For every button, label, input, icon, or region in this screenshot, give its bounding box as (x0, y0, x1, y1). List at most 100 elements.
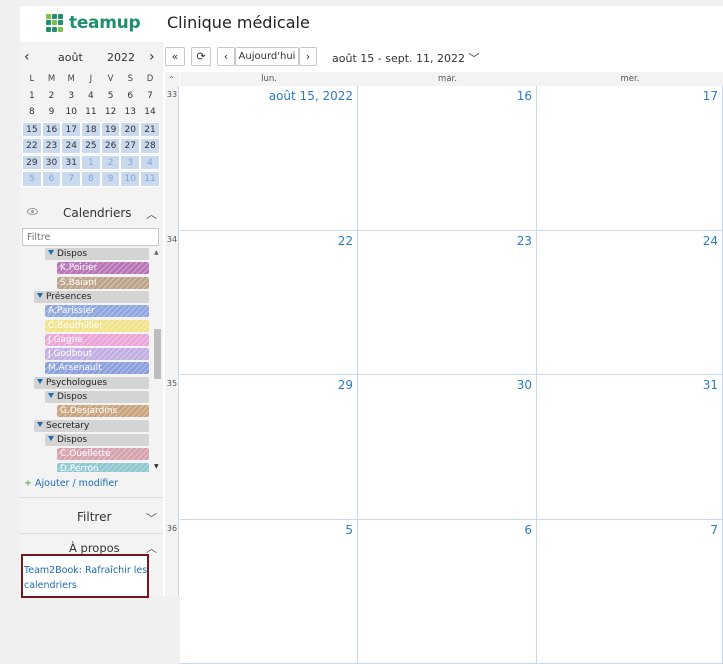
day-cell[interactable]: 6 (358, 520, 537, 664)
day-number[interactable]: 24 (703, 234, 718, 248)
day-number[interactable]: 5 (345, 523, 353, 537)
calendar-folder[interactable]: Présences (34, 291, 149, 303)
expand-triangle-icon[interactable] (37, 379, 43, 384)
mini-day[interactable]: 13 (120, 105, 140, 121)
double-chevron-up-icon[interactable]: ⌃ (168, 73, 175, 87)
day-number[interactable]: 30 (517, 378, 532, 392)
scroll-thumb[interactable] (154, 329, 161, 379)
day-cell[interactable]: 24 (537, 231, 723, 376)
calendar-folder[interactable]: Dispos (45, 391, 149, 403)
calendar-item[interactable]: M.Arsenault (45, 362, 149, 374)
mini-day[interactable]: 5 (22, 171, 42, 187)
expand-triangle-icon[interactable] (37, 422, 43, 427)
week-number[interactable]: 36 (165, 524, 179, 533)
calendars-section-header[interactable]: Calendriers ︿ (20, 198, 163, 228)
day-cell[interactable]: 5 (180, 520, 358, 664)
mini-day[interactable]: 9 (42, 105, 62, 121)
day-number[interactable]: 29 (338, 378, 353, 392)
mini-day[interactable]: 15 (22, 122, 42, 138)
teamup-logo[interactable]: teamup (46, 13, 140, 33)
calendar-item[interactable]: S.Baiani (57, 277, 149, 289)
mini-day[interactable]: 5 (101, 89, 121, 105)
mini-day[interactable]: 11 (140, 171, 160, 187)
mini-day[interactable]: 14 (140, 105, 160, 121)
day-cell[interactable]: 29 (180, 375, 358, 520)
day-cell[interactable]: 17 (537, 86, 723, 231)
expand-triangle-icon[interactable] (37, 293, 43, 298)
team2book-refresh-link[interactable]: Team2Book: Rafraîchir les calendriers (24, 563, 149, 593)
mini-day[interactable]: 19 (101, 122, 121, 138)
mini-day[interactable]: 31 (61, 155, 81, 171)
mini-day[interactable]: 7 (61, 171, 81, 187)
collapse-sidebar-button[interactable]: « (165, 47, 185, 66)
expand-triangle-icon[interactable] (48, 436, 54, 441)
mini-day[interactable]: 3 (120, 155, 140, 171)
day-number[interactable]: 31 (703, 378, 718, 392)
mini-day[interactable]: 17 (61, 122, 81, 138)
prev-period-button[interactable]: ‹ (217, 47, 235, 66)
expand-triangle-icon[interactable] (48, 393, 54, 398)
calendar-folder[interactable]: Secretary (34, 420, 149, 432)
day-number[interactable]: 17 (703, 89, 718, 103)
eye-icon[interactable] (27, 208, 38, 215)
calendar-tree-scrollbar[interactable]: ▲ ▼ (154, 249, 161, 470)
collapse-all-header[interactable]: ⌃ (165, 72, 179, 86)
day-cell[interactable]: août 15, 2022 (180, 86, 358, 231)
mini-day[interactable]: 25 (81, 138, 101, 154)
calendar-item[interactable]: K.Poirier (57, 262, 149, 274)
calendar-item[interactable]: D.Perron (57, 463, 149, 473)
day-cell[interactable]: 31 (537, 375, 723, 520)
mini-next-month-button[interactable]: › (149, 49, 155, 65)
mini-day[interactable]: 27 (120, 138, 140, 154)
mini-day[interactable]: 2 (101, 155, 121, 171)
mini-day[interactable]: 2 (42, 89, 62, 105)
mini-day[interactable]: 10 (61, 105, 81, 121)
mini-day[interactable]: 12 (101, 105, 121, 121)
mini-day[interactable]: 29 (22, 155, 42, 171)
mini-month-label[interactable]: août (58, 51, 83, 64)
calendar-folder[interactable]: Psychologues (34, 377, 149, 389)
mini-day[interactable]: 7 (140, 89, 160, 105)
add-edit-calendars-link[interactable]: + Ajouter / modifier (24, 478, 118, 489)
filter-section-header[interactable]: Filtrer ﹀ (20, 502, 163, 532)
scroll-up-icon[interactable]: ▲ (154, 249, 159, 256)
calendar-item[interactable]: C.Bouthillier (45, 320, 149, 332)
refresh-button[interactable]: ⟳ (191, 47, 211, 66)
day-cell[interactable]: 30 (358, 375, 537, 520)
expand-triangle-icon[interactable] (48, 250, 54, 255)
mini-day[interactable]: 4 (81, 89, 101, 105)
calendar-item[interactable]: J.Godbout (45, 348, 149, 360)
mini-day[interactable]: 9 (101, 171, 121, 187)
mini-prev-month-button[interactable]: ‹ (24, 49, 30, 65)
mini-day[interactable]: 18 (81, 122, 101, 138)
day-number[interactable]: août 15, 2022 (269, 89, 353, 103)
mini-day[interactable]: 26 (101, 138, 121, 154)
mini-day[interactable]: 10 (120, 171, 140, 187)
chevron-up-icon[interactable]: ︿ (146, 206, 157, 222)
mini-day[interactable]: 3 (61, 89, 81, 105)
calendar-filter-input[interactable] (22, 228, 159, 246)
day-number[interactable]: 23 (517, 234, 532, 248)
calendar-item[interactable]: A.Parissier (45, 305, 149, 317)
week-number[interactable]: 34 (165, 235, 179, 244)
mini-day[interactable]: 11 (81, 105, 101, 121)
day-number[interactable]: 22 (338, 234, 353, 248)
mini-day[interactable]: 30 (42, 155, 62, 171)
day-number[interactable]: 7 (710, 523, 718, 537)
calendar-folder[interactable]: Dispos (45, 248, 149, 260)
mini-day[interactable]: 16 (42, 122, 62, 138)
day-cell[interactable]: 16 (358, 86, 537, 231)
week-number[interactable]: 33 (165, 90, 179, 99)
mini-year-label[interactable]: 2022 (107, 51, 135, 64)
chevron-down-icon[interactable]: ﹀ (146, 510, 157, 526)
scroll-down-icon[interactable]: ▼ (154, 463, 159, 470)
day-number[interactable]: 6 (524, 523, 532, 537)
mini-day[interactable]: 6 (42, 171, 62, 187)
calendar-folder[interactable]: Dispos (45, 434, 149, 446)
date-range-dropdown[interactable]: août 15 - sept. 11, 2022 ﹀ (332, 50, 479, 66)
next-period-button[interactable]: › (299, 47, 317, 66)
mini-day[interactable]: 4 (140, 155, 160, 171)
mini-day[interactable]: 24 (61, 138, 81, 154)
mini-day[interactable]: 22 (22, 138, 42, 154)
calendar-item[interactable]: C.Ouellette (57, 448, 149, 460)
